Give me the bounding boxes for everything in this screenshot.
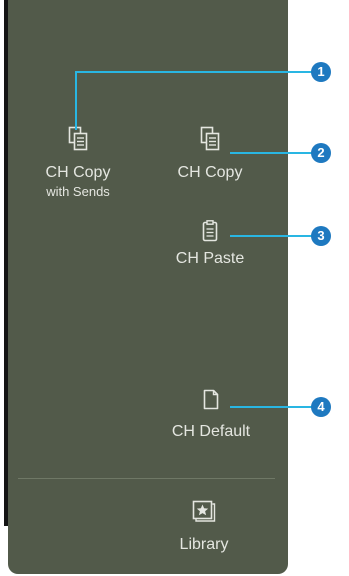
library-label: Library (179, 536, 229, 553)
ch-copy-label: CH Copy (177, 164, 243, 181)
ch-paste-button[interactable]: CH Paste (160, 218, 260, 278)
callout-badge-1: 1 (311, 62, 331, 82)
callout-2-line (230, 152, 312, 154)
ch-default-label: CH Default (171, 423, 251, 440)
ch-copy-with-sends-label: CH Copy (45, 164, 111, 181)
callout-3-line (230, 235, 312, 237)
blank-document-icon (203, 389, 219, 410)
copy-icon (200, 126, 220, 151)
ch-copy-with-sends-button[interactable]: CH Copy with Sends (28, 120, 128, 206)
clipboard-icon (202, 220, 218, 242)
copy-icon (68, 126, 88, 151)
ch-copy-with-sends-sublabel: with Sends (46, 184, 110, 199)
callout-badge-4: 4 (311, 397, 331, 417)
channel-tools-panel (8, 0, 288, 574)
library-button[interactable]: Library (158, 500, 250, 558)
panel-divider (18, 478, 275, 479)
callout-badge-2: 2 (311, 143, 331, 163)
ch-paste-label: CH Paste (175, 250, 245, 267)
callout-1-line-horizontal (75, 71, 315, 73)
library-star-icon (192, 500, 216, 522)
ch-default-button[interactable]: CH Default (155, 386, 267, 448)
callout-1-line-vertical (75, 71, 77, 130)
callout-badge-3: 3 (311, 226, 331, 246)
callout-4-line (230, 406, 312, 408)
